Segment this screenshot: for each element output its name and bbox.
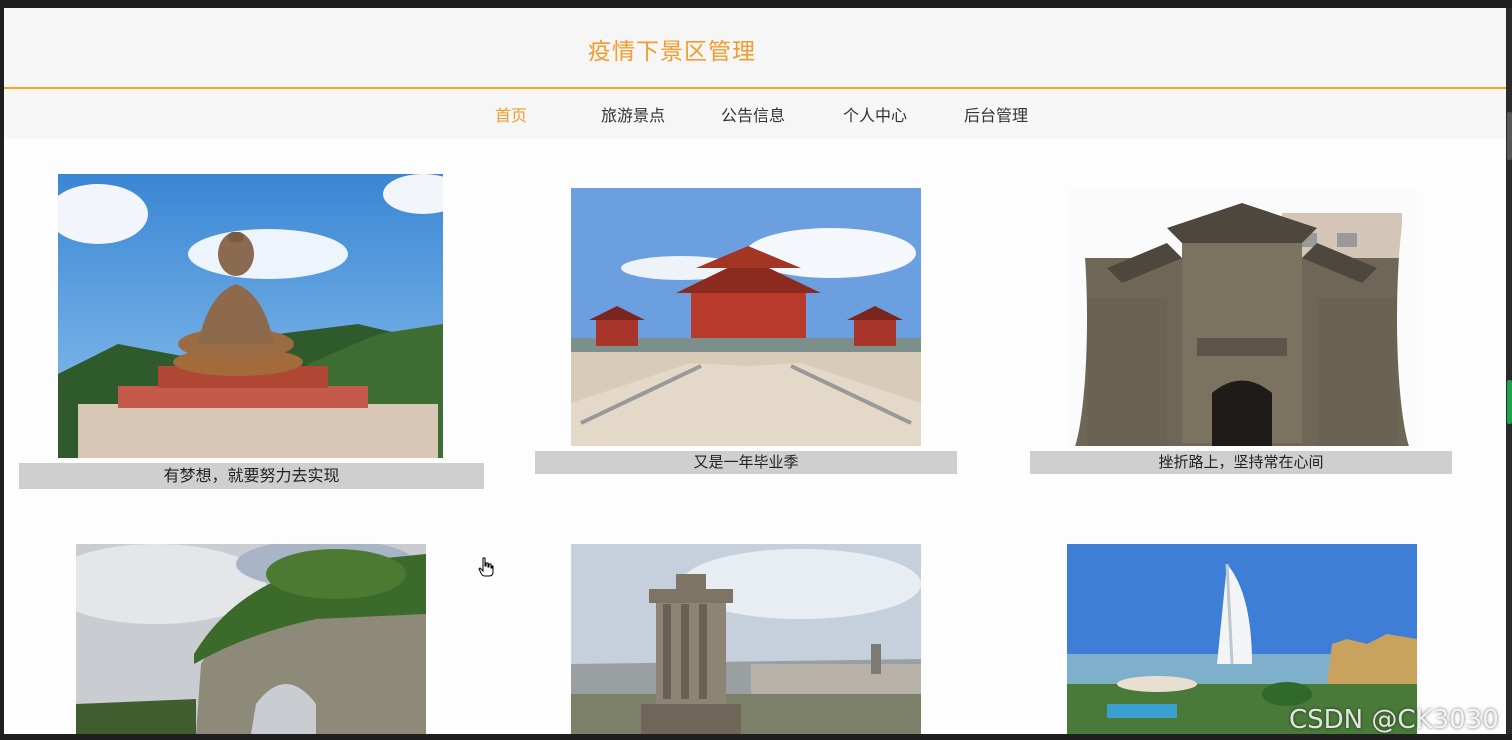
card-1-image[interactable] (58, 174, 443, 458)
main-nav: 首页 旅游景点 公告信息 个人中心 后台管理 (4, 89, 1506, 138)
card-2-image[interactable] (571, 188, 921, 446)
hand-cursor-icon (478, 557, 494, 577)
site-title: 疫情下景区管理 (588, 39, 756, 65)
card-4-image[interactable] (76, 544, 426, 734)
card-5-image[interactable] (571, 544, 921, 734)
watermark: CSDN @CK3030 (1289, 705, 1499, 734)
nav-item-announcements[interactable]: 公告信息 (721, 102, 785, 126)
nav-item-admin[interactable]: 后台管理 (964, 102, 1028, 126)
nav-item-attractions[interactable]: 旅游景点 (601, 102, 665, 126)
card-3-caption: 挫折路上，坚持常在心间 (1030, 451, 1452, 474)
nav-item-home[interactable]: 首页 (495, 102, 527, 126)
card-1-caption: 有梦想，就要努力去实现 (19, 463, 484, 489)
site-header: 疫情下景区管理 (4, 8, 1506, 89)
scrollbar-thumb[interactable] (1507, 112, 1512, 160)
nav-item-profile[interactable]: 个人中心 (843, 102, 907, 126)
page: 疫情下景区管理 首页 旅游景点 公告信息 个人中心 后台管理 有梦想，就要努力去… (4, 8, 1506, 734)
card-3-image[interactable] (1067, 188, 1417, 446)
side-tab[interactable] (1507, 380, 1512, 424)
card-2-caption: 又是一年毕业季 (535, 451, 957, 474)
